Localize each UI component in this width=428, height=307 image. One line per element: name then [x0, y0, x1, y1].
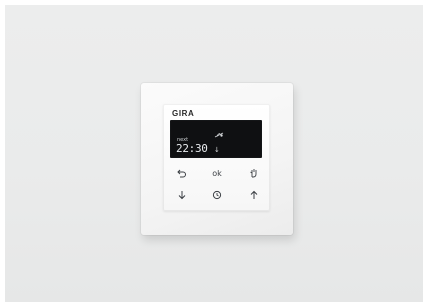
manual-button[interactable]: [247, 168, 261, 180]
return-icon: [175, 168, 189, 178]
return-button[interactable]: [175, 168, 189, 180]
clock-program-icon: [210, 190, 224, 200]
arrow-up-icon: [247, 190, 261, 200]
ok-label: ok: [212, 169, 222, 178]
direction-arrow: ↓: [214, 146, 220, 154]
brand-logo: GIRA: [172, 109, 195, 118]
up-button[interactable]: [247, 190, 261, 202]
hand-icon: [247, 168, 261, 178]
program-button[interactable]: [210, 190, 224, 202]
down-button[interactable]: [175, 190, 189, 202]
sun-moon-icon: [214, 124, 224, 138]
brand-bar: GIRA: [170, 109, 262, 119]
arrow-down-icon: [175, 190, 189, 200]
ok-button[interactable]: ok: [210, 168, 224, 180]
lcd-display: next 22:30 ↓: [170, 120, 262, 158]
next-switch-time: 22:30: [176, 142, 208, 155]
